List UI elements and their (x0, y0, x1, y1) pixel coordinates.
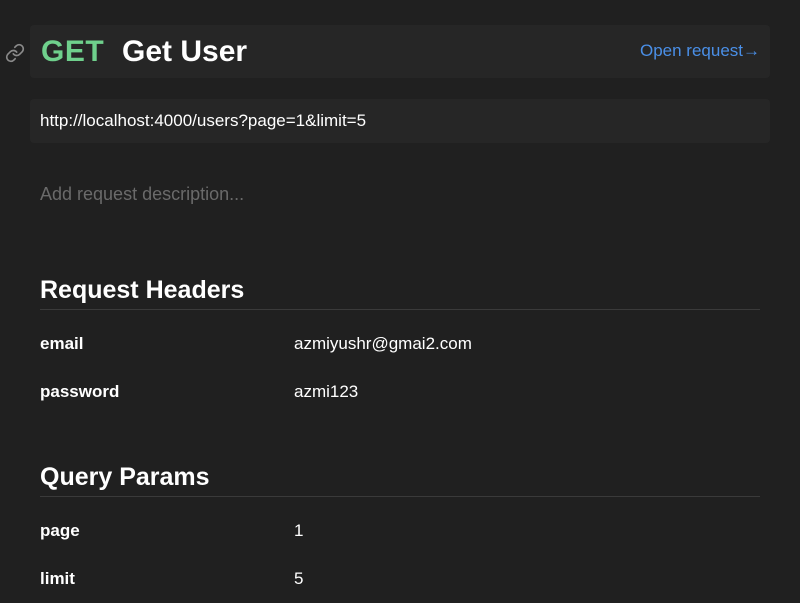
params-divider (40, 496, 760, 497)
param-key: page (40, 521, 80, 540)
params-section-title: Query Params (40, 463, 210, 491)
headers-divider (40, 309, 760, 310)
headers-section-title: Request Headers (40, 276, 245, 304)
open-request-link[interactable]: Open request→ (640, 40, 760, 62)
request-url: http://localhost:4000/users?page=1&limit… (40, 111, 367, 130)
request-title-bar: GET Get User Open request→ (30, 25, 770, 78)
description-field[interactable]: Add request description... (40, 183, 244, 205)
url-bar[interactable]: http://localhost:4000/users?page=1&limit… (30, 99, 770, 143)
request-name: Get User (122, 35, 248, 68)
param-value: 1 (294, 521, 304, 540)
header-value: azmi123 (294, 382, 359, 401)
param-value: 5 (294, 569, 304, 588)
request-doc-page: GET Get User Open request→ http://localh… (0, 0, 800, 603)
header-value: azmiyushr@gmai2.com (294, 334, 472, 353)
param-key: limit (40, 569, 75, 588)
http-method: GET (41, 35, 105, 68)
header-key: password (40, 382, 120, 401)
link-icon[interactable] (5, 42, 25, 64)
header-key: email (40, 334, 84, 353)
